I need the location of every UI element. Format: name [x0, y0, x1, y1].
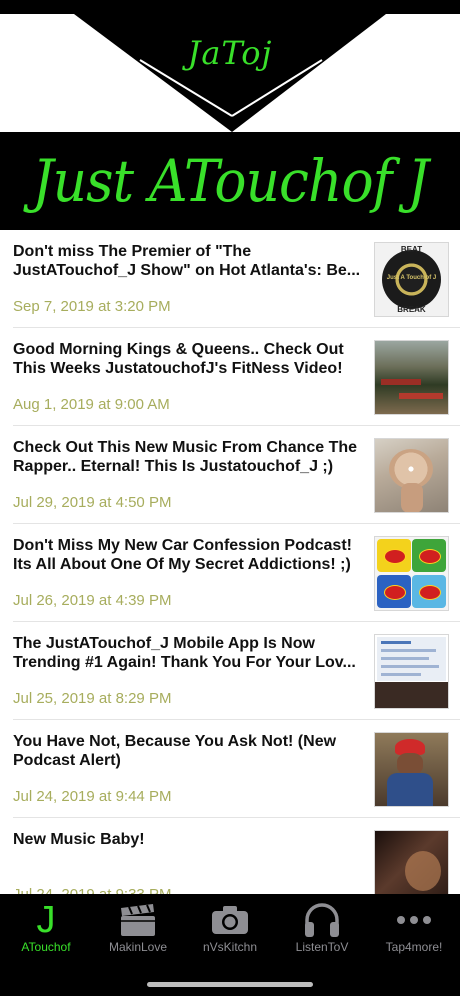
feed-item-title: New Music Baby! [13, 831, 145, 848]
tab-label: ATouchof [21, 940, 71, 954]
feed-item-thumbnail [374, 830, 449, 894]
home-indicator[interactable] [147, 982, 313, 987]
feed-item-thumbnail [374, 438, 449, 513]
app-header: JaToj Just ATouchof J [0, 0, 460, 230]
thumb-caption-mid: Just A Touch of J [386, 275, 437, 281]
tab-label: ListenToV [295, 940, 349, 954]
thumb-caption-top: BEAT [400, 245, 423, 254]
feed-item[interactable]: New Music Baby! Jul 24, 2019 at 9:33 PM [0, 818, 460, 894]
feed-item-thumbnail [374, 732, 449, 807]
header-logo-monogram: JaToj [187, 34, 273, 72]
feed-item-title: You Have Not, Because You Ask Not! (New … [13, 733, 337, 769]
feed-item-date: Jul 24, 2019 at 9:44 PM [13, 788, 172, 805]
tab-listentov[interactable]: ListenToV [276, 894, 368, 964]
header-banner-title: Just ATouchof J [32, 147, 429, 215]
headphones-icon [305, 903, 339, 937]
feed-item-title: Good Morning Kings & Queens.. Check Out … [13, 341, 344, 377]
feed-item[interactable]: Don't Miss My New Car Confession Podcast… [0, 524, 460, 622]
tab-label: MakinLove [108, 940, 168, 954]
post-feed[interactable]: Don't miss The Premier of "The JustATouc… [0, 230, 460, 894]
feed-item[interactable]: You Have Not, Because You Ask Not! (New … [0, 720, 460, 818]
clapperboard-icon [121, 904, 155, 936]
feed-item-date: Aug 1, 2019 at 9:00 AM [13, 396, 170, 413]
feed-item-title: Don't miss The Premier of "The JustATouc… [13, 243, 361, 279]
feed-item-thumbnail [374, 340, 449, 415]
camera-icon [212, 906, 248, 934]
tab-nvskitchn[interactable]: nVsKitchn [184, 894, 276, 964]
thumb-caption-bottom: BREAK [397, 305, 426, 314]
feed-item-thumbnail [374, 634, 449, 709]
feed-item-thumbnail [374, 536, 449, 611]
tab-atouchof[interactable]: J ATouchof [0, 894, 92, 964]
feed-item-title: Check Out This New Music From Chance The… [13, 439, 358, 475]
tab-label: Tap4more! [385, 940, 443, 954]
tab-label: nVsKitchn [202, 940, 258, 954]
more-dots-icon [397, 916, 431, 924]
feed-item-title: Don't Miss My New Car Confession Podcast… [13, 537, 352, 573]
tab-makinlove[interactable]: MakinLove [92, 894, 184, 964]
feed-item-date: Jul 26, 2019 at 4:39 PM [13, 592, 172, 609]
feed-item[interactable]: Good Morning Kings & Queens.. Check Out … [0, 328, 460, 426]
header-banner: Just ATouchof J [0, 132, 460, 230]
feed-item-thumbnail: BEAT Just A Touch of J BREAK [374, 242, 449, 317]
feed-item-date: Jul 25, 2019 at 8:29 PM [13, 690, 172, 707]
feed-item-date: Jul 29, 2019 at 4:50 PM [13, 494, 172, 511]
feed-item[interactable]: The JustATouchof_J Mobile App Is Now Tre… [0, 622, 460, 720]
feed-item-title: The JustATouchof_J Mobile App Is Now Tre… [13, 635, 356, 671]
feed-item-date: Jul 24, 2019 at 9:33 PM [13, 886, 171, 894]
feed-item[interactable]: Check Out This New Music From Chance The… [0, 426, 460, 524]
feed-item[interactable]: Don't miss The Premier of "The JustATouc… [0, 230, 460, 328]
j-letter-icon: J [36, 899, 56, 941]
tab-tap4more[interactable]: Tap4more! [368, 894, 460, 964]
feed-item-date: Sep 7, 2019 at 3:20 PM [13, 298, 171, 315]
tab-bar: J ATouchof MakinLove nVsKitchn ListenToV… [0, 894, 460, 996]
